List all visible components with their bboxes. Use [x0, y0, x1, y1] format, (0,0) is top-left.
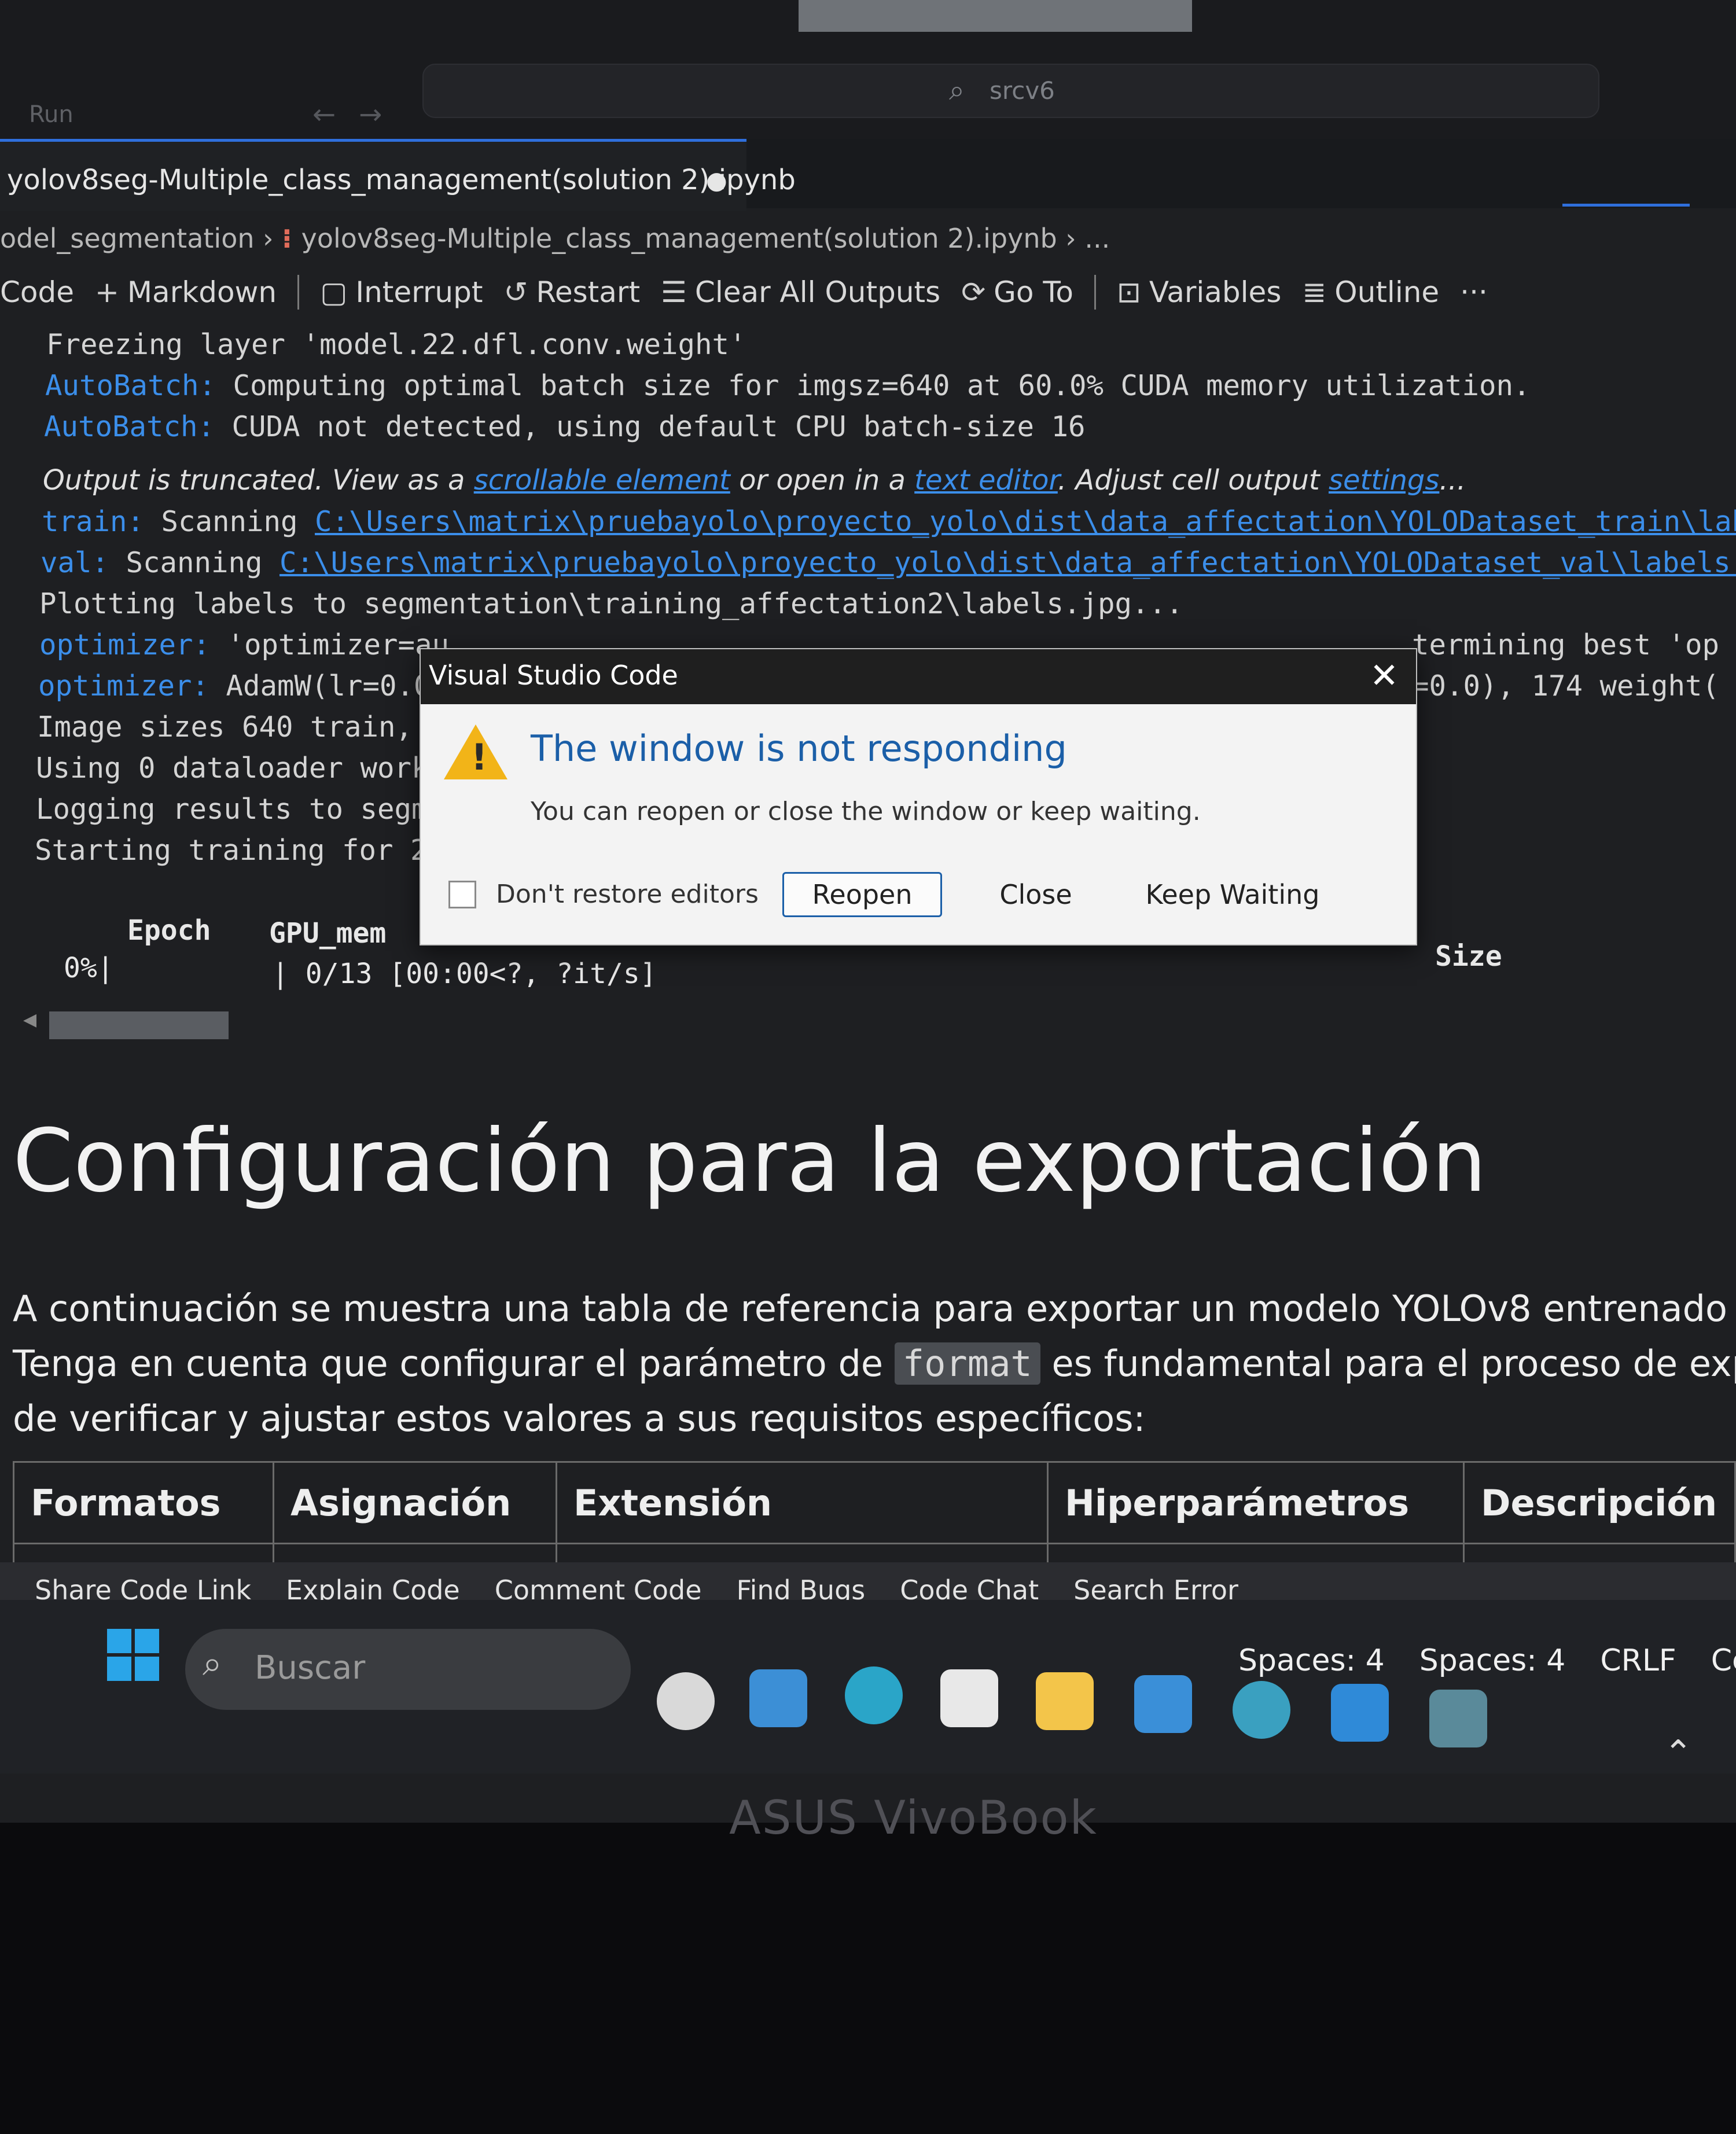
column-epoch: Epoch — [127, 914, 211, 947]
edge-browser-icon[interactable] — [845, 1666, 903, 1724]
forward-arrow-icon[interactable]: → — [359, 98, 382, 131]
plus-icon: + — [95, 275, 119, 309]
train-path-link[interactable]: C:\Users\matrix\pruebayolo\proyecto_yolo… — [315, 505, 1736, 538]
scrollable-element-link[interactable]: scrollable element — [474, 464, 730, 496]
table-header-formatos: Formatos — [13, 1461, 274, 1544]
unsaved-dot-icon[interactable]: ● — [706, 166, 727, 194]
restart-button[interactable]: ↺ Restart — [503, 275, 640, 309]
windows-start-icon[interactable] — [107, 1629, 159, 1681]
vscode-icon[interactable] — [1331, 1684, 1389, 1742]
interrupt-button[interactable]: ▢ Interrupt — [320, 275, 483, 309]
status-cell[interactable]: Cell 38 c — [1711, 1643, 1736, 1678]
widget-app-icon[interactable] — [657, 1672, 715, 1730]
status-spaces[interactable]: Spaces: 4 — [1238, 1643, 1385, 1678]
clear-all-outputs-button[interactable]: ☰ Clear All Outputs — [661, 275, 940, 309]
go-to-icon: ⟳ — [961, 275, 986, 309]
output-line: train: Scanning C:\Users\matrix\pruebayo… — [0, 501, 1736, 542]
file-explorer-icon[interactable] — [1036, 1672, 1094, 1730]
status-eol[interactable]: CRLF — [1600, 1643, 1676, 1678]
markdown-paragraph-line: A continuación se muestra una tabla de r… — [13, 1287, 1736, 1330]
outline-icon: ≣ — [1302, 275, 1327, 309]
add-markdown-cell-button[interactable]: + Markdown — [95, 275, 277, 309]
command-center-text: srcv6 — [990, 76, 1055, 105]
output-line: Plotting labels to segmentation\training… — [39, 587, 1183, 620]
scroll-left-arrow-icon[interactable]: ◀ — [23, 1010, 36, 1030]
settings-link[interactable]: settings — [1329, 464, 1439, 496]
clear-outputs-icon: ☰ — [661, 275, 687, 309]
progress-text: | 0/13 [00:00<?, ?it/s] — [272, 958, 657, 990]
laptop-screen: Run ← → ⌕ srcv6 yolov8seg-Multiple_class… — [0, 0, 1736, 1823]
microsoft-store-icon[interactable] — [940, 1669, 998, 1727]
close-icon[interactable]: ✕ — [1361, 653, 1407, 699]
edge-dev-icon[interactable] — [1233, 1681, 1290, 1739]
warning-exclamation: ! — [471, 736, 488, 778]
taskbar-search-box[interactable] — [185, 1629, 631, 1710]
table-header-row: Formatos Asignación Extensión Hiperparám… — [13, 1461, 1736, 1544]
task-manager-icon[interactable] — [1429, 1690, 1487, 1747]
chevron-up-icon[interactable]: ⌃ — [1664, 1733, 1693, 1774]
breadcrumb-more[interactable]: ... — [1084, 223, 1110, 254]
more-actions-button[interactable]: ··· — [1460, 275, 1488, 309]
output-line: val: Scanning C:\Users\matrix\pruebayolo… — [0, 542, 1736, 583]
outline-button[interactable]: ≣ Outline — [1302, 275, 1439, 309]
notebook-icon: ⁝ — [282, 223, 301, 254]
taskbar-search-placeholder: Buscar — [255, 1649, 366, 1687]
markdown-heading: Configuración para la exportación — [13, 1111, 1487, 1212]
inline-code-format: format — [894, 1342, 1040, 1385]
toolbar-separator — [297, 275, 300, 310]
stop-icon: ▢ — [320, 275, 348, 309]
dont-restore-label[interactable]: Don't restore editors — [496, 880, 759, 909]
text-editor-link[interactable]: text editor — [914, 464, 1058, 496]
asus-vivobook-logo: ASUS VivoBook — [729, 1791, 1098, 1845]
table-header-extension: Extensión — [556, 1461, 1049, 1544]
table-header-descripcion: Descripción — [1463, 1461, 1736, 1544]
status-spaces[interactable]: Spaces: 4 — [1419, 1643, 1566, 1678]
close-button[interactable]: Close — [976, 872, 1095, 917]
mail-icon[interactable] — [1134, 1675, 1192, 1733]
horizontal-scrollbar-thumb[interactable] — [49, 1011, 229, 1039]
restart-icon: ↺ — [503, 275, 528, 309]
tab-label: yolov8seg-Multiple_class_management(solu… — [7, 164, 796, 196]
tab-accent-line — [1562, 204, 1690, 207]
dialog-heading: The window is not responding — [531, 727, 1067, 770]
output-line: AutoBatch: CUDA not detected, using defa… — [44, 410, 1086, 443]
not-responding-dialog: Visual Studio Code ✕ ! The window is not… — [420, 648, 1417, 945]
markdown-paragraph-line: Tenga en cuenta que configurar el paráme… — [13, 1342, 1736, 1385]
chevron-right-icon: › — [1065, 223, 1085, 254]
notebook-toolbar: Code + Markdown ▢ Interrupt ↺ Restart ☰ Clea… — [0, 269, 1488, 315]
status-bar-right: Spaces: 4 Spaces: 4 CRLF Cell 38 c — [1238, 1643, 1736, 1678]
menu-run[interactable]: Run — [29, 101, 73, 128]
export-formats-table: Formatos Asignación Extensión Hiperparám… — [13, 1461, 1736, 1570]
column-gpu-mem: GPU_mem — [269, 917, 387, 950]
breadcrumb-file[interactable]: yolov8seg-Multiple_class_management(solu… — [301, 223, 1057, 254]
search-icon: ⌕ — [949, 74, 965, 106]
toolbar-separator — [1094, 275, 1096, 310]
table-header-hiperparametros: Hiperparámetros — [1047, 1461, 1465, 1544]
breadcrumb: odel_segmentation › ⁝ yolov8seg-Multiple… — [0, 223, 1110, 254]
output-line: AutoBatch: Computing optimal batch size … — [45, 369, 1531, 402]
chevron-right-icon: › — [263, 223, 282, 254]
variables-icon: ⊡ — [1116, 275, 1141, 309]
column-size: Size — [1435, 940, 1502, 973]
occluding-object — [799, 0, 1192, 32]
dialog-title: Visual Studio Code — [429, 660, 678, 691]
dont-restore-checkbox[interactable] — [448, 881, 476, 908]
keep-waiting-button[interactable]: Keep Waiting — [1121, 872, 1344, 917]
back-arrow-icon[interactable]: ← — [312, 98, 336, 131]
truncation-notice: Output is truncated. View as a scrollabl… — [43, 464, 1466, 496]
variables-button[interactable]: ⊡ Variables — [1117, 275, 1281, 309]
go-to-button[interactable]: ⟳ Go To — [961, 275, 1073, 309]
dialog-message: You can reopen or close the window or ke… — [531, 797, 1201, 826]
progress-percent: 0%| — [64, 952, 114, 984]
val-path-link[interactable]: C:\Users\matrix\pruebayolo\proyecto_yolo… — [279, 546, 1736, 579]
reopen-button[interactable]: Reopen — [782, 872, 942, 917]
breadcrumb-folder[interactable]: odel_segmentation — [0, 223, 255, 254]
add-code-cell-button[interactable]: Code — [0, 275, 74, 309]
output-line: Freezing layer 'model.22.dfl.conv.weight… — [46, 328, 746, 361]
screen-app-icon[interactable] — [749, 1669, 807, 1727]
markdown-paragraph-line: de verificar y ajustar estos valores a s… — [13, 1397, 1146, 1440]
search-icon: ⌕ — [203, 1643, 222, 1684]
table-header-asignacion: Asignación — [273, 1461, 557, 1544]
